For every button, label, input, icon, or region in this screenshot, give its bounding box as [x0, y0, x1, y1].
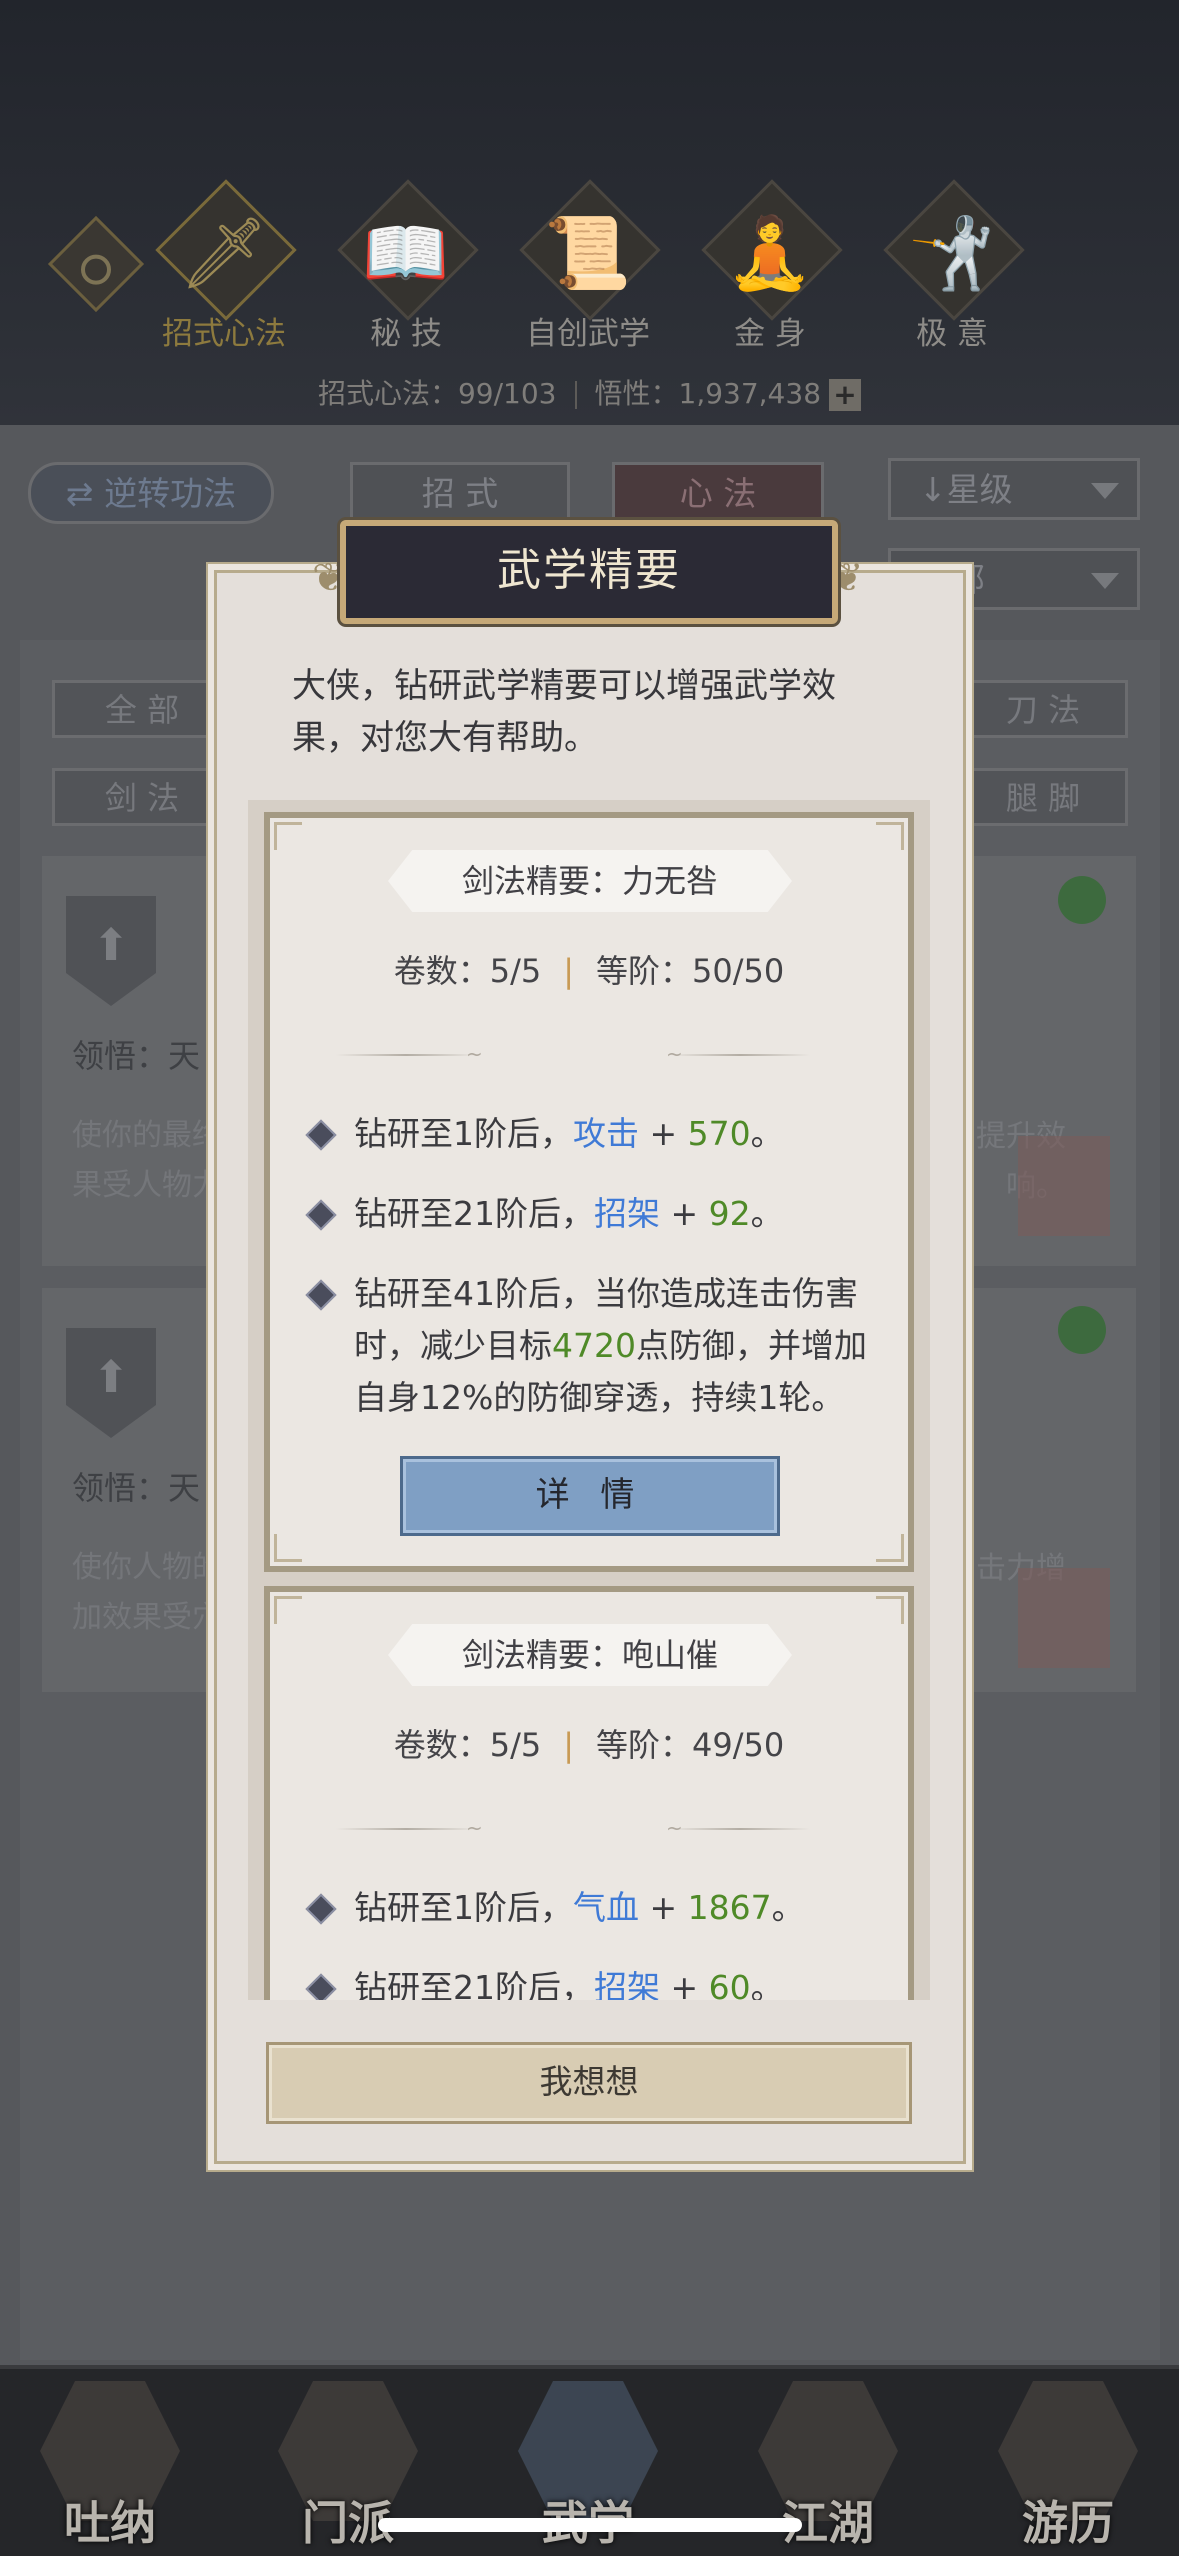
essence-name: 剑法精要：力无咎	[388, 850, 792, 912]
category-row: 🗡 招式心法 📖 秘 技 📜 自创武学 🧘 金 身 🤺 极 意	[0, 179, 1179, 360]
insight-label: 领悟：天	[72, 1469, 201, 1507]
detail-button[interactable]: 详 情	[400, 1456, 780, 1536]
plus-icon[interactable]: +	[829, 379, 862, 411]
dialog-title: 武学精要	[340, 520, 838, 624]
rank-level: 等阶：50/50	[596, 952, 785, 990]
dialog-intro: 大侠，钻研武学精要可以增强武学效果，对您大有帮助。	[292, 666, 836, 758]
category-moves[interactable]: 🗡 招式心法	[144, 179, 304, 360]
scroll-icon: 📜	[544, 212, 632, 294]
divider	[670, 1828, 810, 1830]
tab-moves[interactable]: 招 式	[350, 462, 570, 524]
category-secret[interactable]: 📖 秘 技	[326, 179, 486, 360]
seal-stamp-icon	[1018, 1568, 1110, 1668]
essence-entry: 剑法精要：咆山催 卷数：5/5 | 等阶：49/50 ~ ~ 钻研至1阶后，气血 +…	[264, 1586, 914, 2000]
filter-blade[interactable]: 刀 法	[958, 680, 1128, 738]
up-arrow-icon: ⬆	[92, 1352, 130, 1403]
essentials-scroll-list[interactable]: 剑法精要：力无咎 卷数：5/5 | 等阶：50/50 ~ ~ 钻研至1阶后，攻击 +…	[248, 800, 930, 2000]
volumes-count: 卷数：5/5	[393, 952, 542, 990]
nav-travel[interactable]: 游历	[988, 2369, 1148, 2556]
swirl-icon	[1058, 1306, 1106, 1354]
chevron-down-icon	[1091, 573, 1119, 589]
divider	[670, 1054, 810, 1056]
category-golden-body[interactable]: 🧘 金 身	[690, 179, 850, 360]
essence-meta: 卷数：5/5 | 等阶：49/50	[393, 1726, 785, 1764]
essence-name: 剑法精要：咆山催	[388, 1624, 792, 1686]
divider	[336, 1828, 476, 1830]
category-self-created[interactable]: 📜 自创武学	[508, 179, 668, 360]
home-indicator[interactable]	[378, 2518, 802, 2532]
diamond-bullet-icon	[305, 1199, 337, 1231]
diamond-bullet-icon	[305, 1893, 337, 1925]
category-label: 自创武学	[526, 316, 650, 352]
divider	[336, 1054, 476, 1056]
seal-stamp-icon	[1018, 1136, 1110, 1236]
insight-label: 领悟：天	[72, 1037, 201, 1075]
reverse-technique-button[interactable]: ⇄ 逆转功法	[28, 462, 274, 524]
think-it-over-button[interactable]: 我想想	[266, 2042, 912, 2124]
category-label: 秘 技	[370, 316, 442, 352]
diamond-bullet-icon	[305, 1279, 337, 1311]
swirl-icon	[1058, 876, 1106, 924]
book-icon: 📖	[362, 212, 450, 294]
effect-line: 钻研至21阶后，招架 + 60。	[305, 1962, 884, 2000]
essence-meta: 卷数：5/5 | 等阶：50/50	[393, 952, 785, 990]
category-label: 金 身	[734, 316, 806, 352]
rank-level: 等阶：49/50	[596, 1726, 785, 1764]
effect-line: 钻研至21阶后，招架 + 92。	[305, 1188, 884, 1240]
insight-value: 悟性：1,937,438	[594, 377, 822, 410]
martial-pose-icon: 🤺	[908, 212, 996, 294]
swap-icon: ⇄	[65, 474, 105, 513]
filter-sword[interactable]: 剑 法	[52, 768, 232, 826]
moves-count: 招式心法：99/103	[317, 377, 557, 410]
volumes-count: 卷数：5/5	[393, 1726, 542, 1764]
down-arrow-icon: ↓	[919, 470, 947, 509]
filter-leg[interactable]: 腿 脚	[958, 768, 1128, 826]
effect-line: 钻研至1阶后，气血 + 1867。	[305, 1882, 884, 1934]
effect-line: 钻研至1阶后，攻击 + 570。	[305, 1108, 884, 1160]
category-label: 极 意	[916, 316, 988, 352]
meditation-icon: 🧘	[726, 212, 814, 294]
diamond-bullet-icon	[305, 1119, 337, 1151]
stats-line: 招式心法：99/103 悟性：1,937,438 +	[0, 372, 1179, 412]
nav-breathing[interactable]: 吐纳	[30, 2369, 190, 2556]
sort-dropdown[interactable]: ↓星级	[888, 458, 1140, 520]
category-ultimate[interactable]: 🤺 极 意	[872, 179, 1032, 360]
eye-icon[interactable]	[47, 215, 145, 313]
chevron-down-icon	[1091, 483, 1119, 499]
tab-mind[interactable]: 心 法	[612, 462, 824, 524]
up-arrow-icon: ⬆	[92, 920, 130, 971]
diamond-bullet-icon	[305, 1973, 337, 2000]
sword-icon: 🗡	[179, 212, 269, 294]
category-label: 招式心法	[162, 316, 286, 352]
filter-all[interactable]: 全 部	[52, 680, 232, 738]
essence-entry: 剑法精要：力无咎 卷数：5/5 | 等阶：50/50 ~ ~ 钻研至1阶后，攻击 +…	[264, 812, 914, 1572]
effect-line: 钻研至41阶后，当你造成连击伤害时，减少目标4720点防御，并增加自身12%的防…	[305, 1268, 884, 1424]
